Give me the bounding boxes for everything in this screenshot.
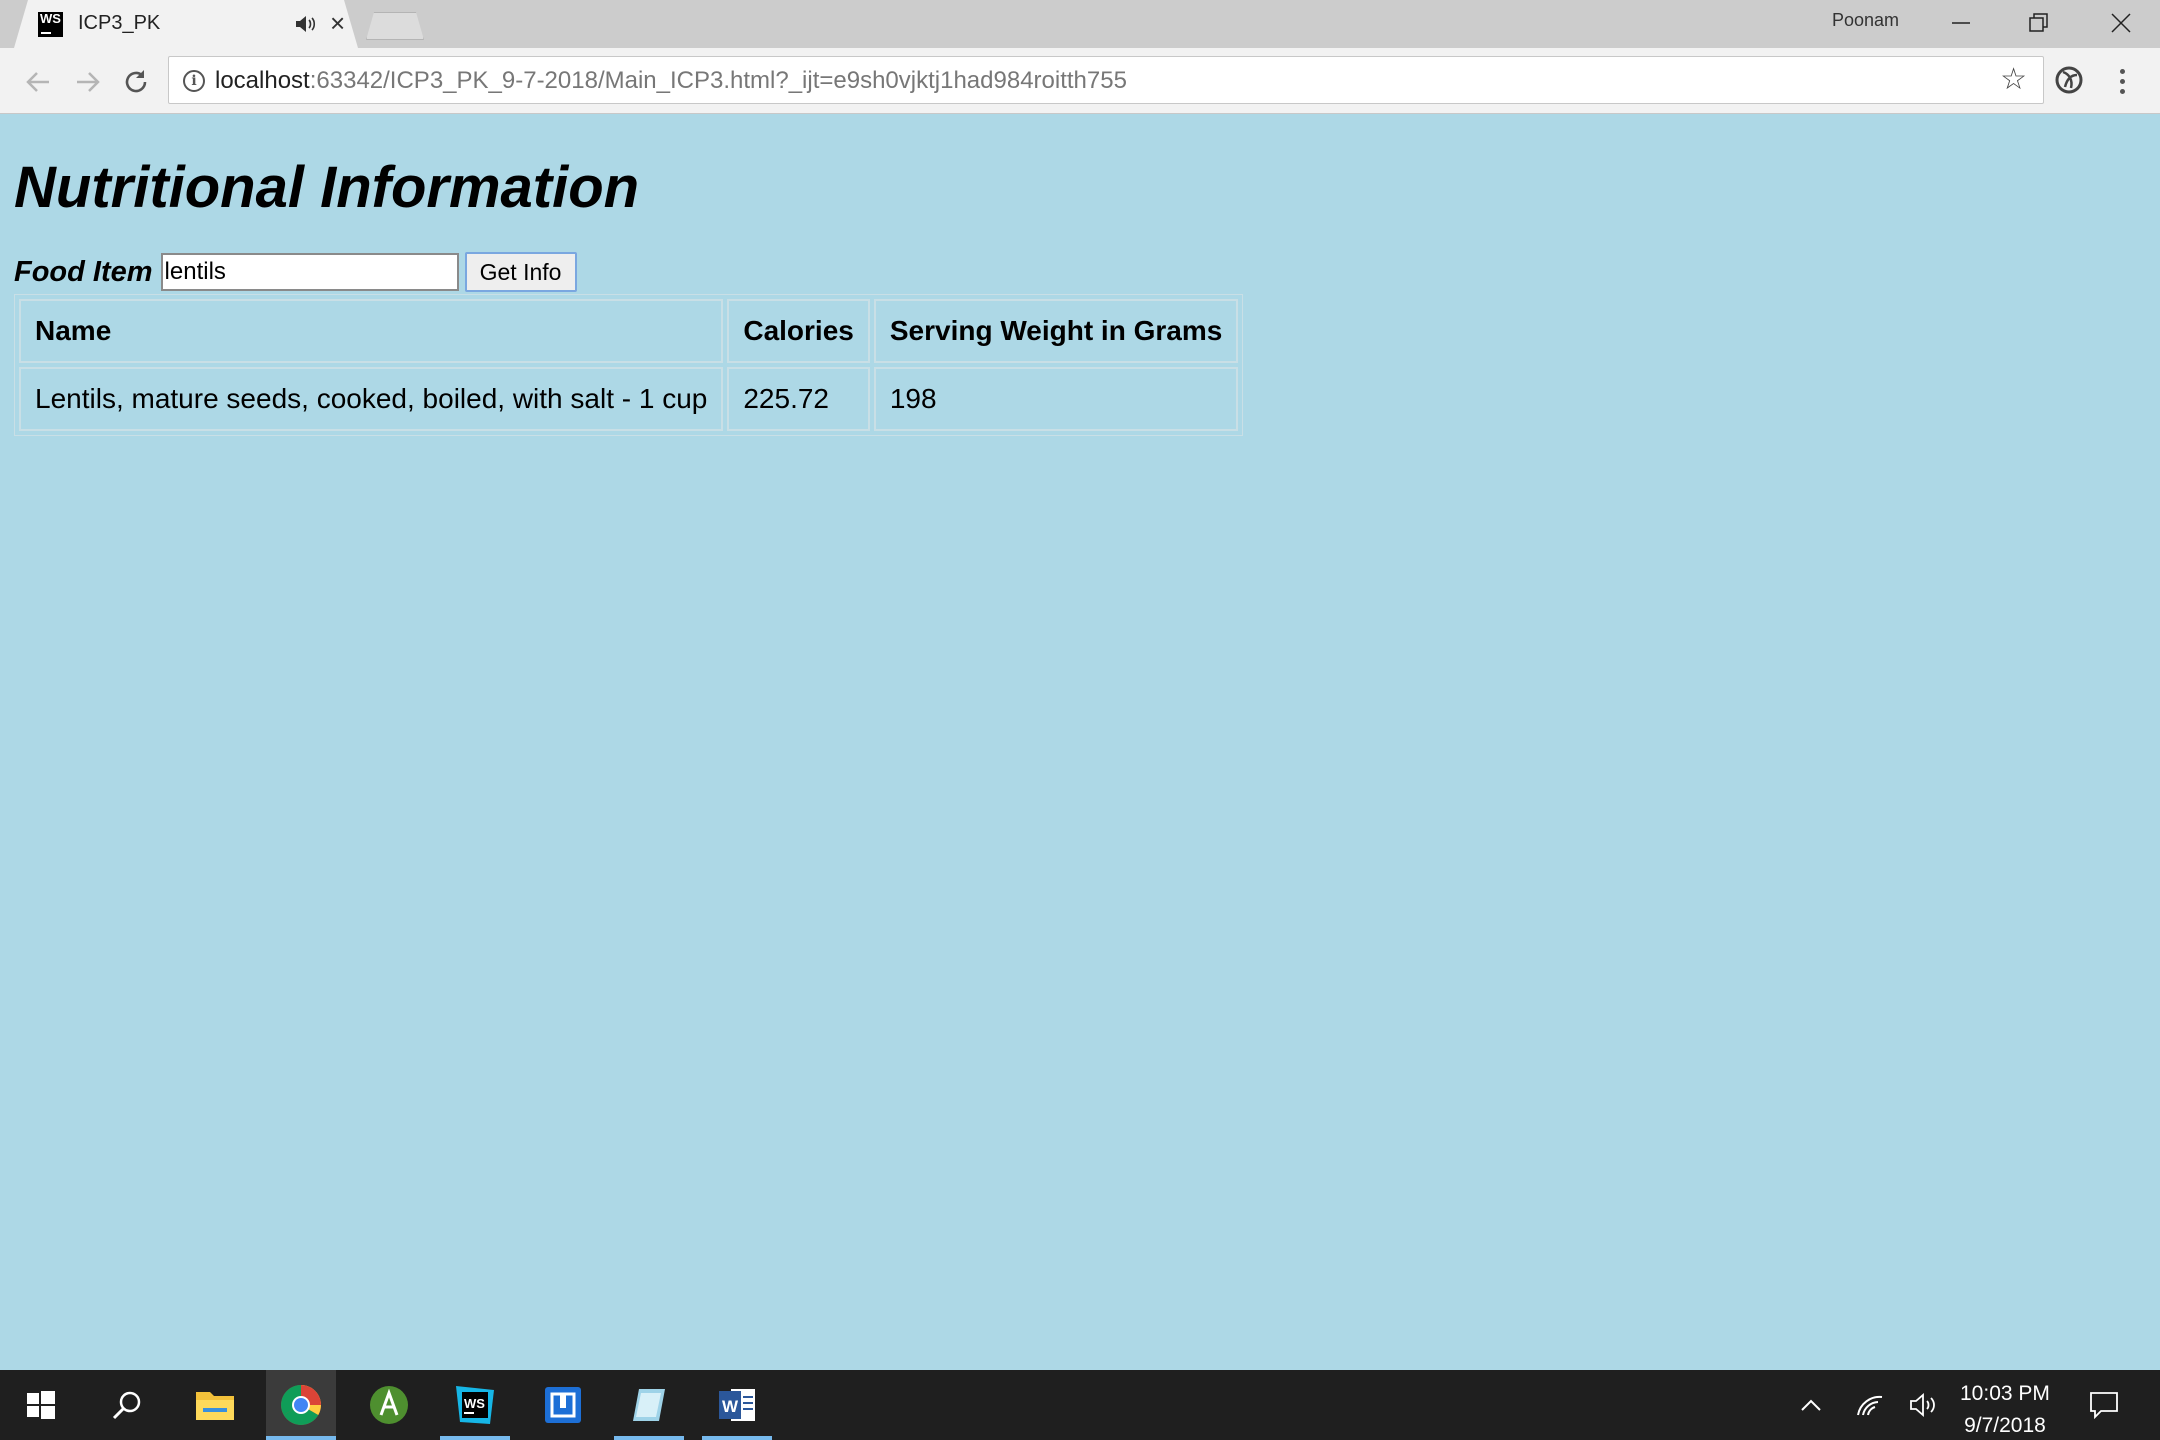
- taskbar-android-studio[interactable]: [354, 1370, 424, 1440]
- forward-button[interactable]: [68, 62, 108, 102]
- webstorm-icon: WS: [456, 1386, 494, 1424]
- start-button[interactable]: [6, 1370, 76, 1440]
- taskbar-webstorm[interactable]: WS: [440, 1370, 510, 1440]
- food-item-label: Food Item: [14, 255, 153, 288]
- clock-time: 10:03 PM: [1960, 1382, 2050, 1405]
- windows-start-icon: [27, 1391, 55, 1419]
- page-body: Nutritional Information Food Item Get In…: [0, 114, 2160, 1370]
- windows-taskbar: WS W 10:03 PM 9/7/2018: [0, 1370, 2160, 1440]
- reload-icon: [125, 70, 147, 93]
- webstorm-favicon-icon: WS: [38, 12, 63, 37]
- taskbar-clock[interactable]: 10:03 PM 9/7/2018: [1960, 1378, 2050, 1440]
- cell-name: Lentils, mature seeds, cooked, boiled, w…: [19, 367, 724, 431]
- chevron-up-icon: [1801, 1399, 1821, 1411]
- profile-name[interactable]: Poonam: [1832, 10, 1899, 31]
- bookmark-star-icon[interactable]: ☆: [2000, 65, 2027, 95]
- taskbar-virtualbox[interactable]: [528, 1370, 598, 1440]
- taskbar-chrome[interactable]: [266, 1370, 336, 1440]
- close-window-button[interactable]: [2082, 0, 2160, 46]
- close-icon: [2111, 13, 2131, 33]
- svg-text:WS: WS: [464, 1396, 485, 1411]
- android-studio-icon: [370, 1386, 408, 1424]
- taskbar-file-explorer[interactable]: [180, 1370, 250, 1440]
- file-explorer-icon: [196, 1392, 234, 1420]
- svg-text:W: W: [722, 1397, 739, 1416]
- action-center-button[interactable]: [2084, 1370, 2124, 1440]
- taskbar-notepad[interactable]: [614, 1370, 684, 1440]
- chrome-icon: [281, 1385, 321, 1425]
- notepad-icon: [633, 1389, 665, 1421]
- column-header-calories: Calories: [727, 299, 870, 363]
- url-text[interactable]: localhost:63342/ICP3_PK_9-7-2018/Main_IC…: [215, 67, 1127, 95]
- food-item-input[interactable]: [160, 253, 459, 291]
- table-header-row: Name Calories Serving Weight in Grams: [19, 299, 1239, 363]
- running-indicator: [614, 1436, 684, 1440]
- restore-button[interactable]: [2000, 0, 2078, 46]
- cell-serving-weight: 198: [873, 367, 1239, 431]
- forward-arrow-icon: [77, 72, 100, 92]
- minimize-button[interactable]: [1922, 0, 2000, 46]
- volume-icon: [1910, 1393, 1935, 1417]
- table-row: Lentils, mature seeds, cooked, boiled, w…: [19, 367, 1239, 431]
- taskbar-word[interactable]: W: [702, 1370, 772, 1440]
- notification-icon: [2090, 1392, 2118, 1419]
- column-header-serving-weight: Serving Weight in Grams: [873, 299, 1239, 363]
- tab-close-icon[interactable]: ×: [330, 9, 345, 37]
- network-button[interactable]: [1852, 1370, 1888, 1440]
- info-icon[interactable]: i: [183, 70, 205, 92]
- search-form: Food Item Get Info: [14, 252, 577, 292]
- minimize-icon: [1952, 22, 1970, 24]
- browser-tab[interactable]: WS ICP3_PK ×: [14, 0, 358, 48]
- wifi-icon: [1857, 1395, 1883, 1416]
- browser-toolbar: i localhost:63342/ICP3_PK_9-7-2018/Main_…: [0, 48, 2160, 114]
- get-info-button[interactable]: Get Info: [464, 252, 577, 292]
- active-indicator: [266, 1436, 336, 1440]
- clock-date: 9/7/2018: [1964, 1414, 2046, 1437]
- virtualbox-icon: [545, 1387, 581, 1423]
- new-tab-button[interactable]: [366, 12, 424, 40]
- search-button[interactable]: [92, 1370, 162, 1440]
- volume-button[interactable]: [1906, 1370, 1942, 1440]
- word-icon: W: [719, 1389, 755, 1421]
- address-bar[interactable]: i localhost:63342/ICP3_PK_9-7-2018/Main_…: [168, 56, 2044, 104]
- tab-title: ICP3_PK: [78, 12, 161, 34]
- search-icon: [112, 1391, 141, 1420]
- back-button[interactable]: [18, 62, 58, 102]
- extension-icon[interactable]: [2050, 61, 2088, 99]
- chrome-menu-icon[interactable]: [2108, 62, 2136, 100]
- cell-calories: 225.72: [727, 367, 870, 431]
- reload-button[interactable]: [116, 62, 156, 102]
- back-arrow-icon: [26, 72, 49, 92]
- restore-icon: [2029, 13, 2048, 32]
- show-hidden-icons-button[interactable]: [1796, 1370, 1826, 1440]
- page-title: Nutritional Information: [14, 155, 640, 220]
- column-header-name: Name: [19, 299, 724, 363]
- running-indicator: [440, 1436, 510, 1440]
- speaker-icon[interactable]: [292, 11, 318, 37]
- browser-titlebar: WS ICP3_PK × Poonam: [0, 0, 2160, 48]
- nutrition-table: Name Calories Serving Weight in Grams Le…: [14, 294, 1244, 436]
- running-indicator: [702, 1436, 772, 1440]
